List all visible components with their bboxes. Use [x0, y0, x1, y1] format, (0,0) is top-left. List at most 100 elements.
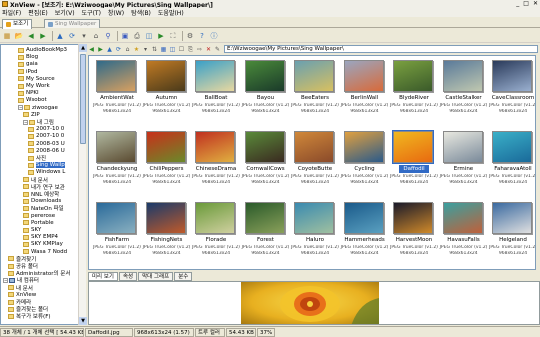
thumbnail-item[interactable]: Daffodil JPEG TrueColor (v1.2) 968x613x24	[387, 127, 441, 198]
maximize-button[interactable]: □	[523, 0, 529, 8]
thumbnail-item[interactable]: Florade JPEG TrueColor (v1.2) 968x613x24	[189, 198, 243, 269]
thumbnail-item[interactable]	[239, 269, 293, 270]
thumbnail-item[interactable]	[486, 269, 536, 270]
thumbnail-item[interactable]: FaharavaAtoll JPEG TrueColor (v1.2) 968x61…	[486, 127, 535, 198]
settings-icon[interactable]: ⚙	[185, 31, 195, 41]
thumbnail-image[interactable]	[244, 60, 285, 92]
select-all-icon[interactable]: ☐	[178, 46, 185, 53]
thumbnail-item[interactable]: Forest JPEG TrueColor (v1.2) 968x613x24	[239, 198, 293, 269]
view-mode-icon[interactable]: ▦	[160, 46, 167, 53]
move-icon[interactable]: ⇨	[196, 46, 203, 53]
thumbnail-item[interactable]: CornwallCows JPEG TrueColor (v1.2) 968x613…	[239, 127, 293, 198]
thumbnail-image[interactable]	[145, 60, 186, 92]
thumbnail-item[interactable]: Ermine JPEG TrueColor (v1.2) 968x613x24	[437, 127, 491, 198]
browser-icon[interactable]: ▦	[2, 31, 12, 41]
scroll-up-icon[interactable]: ▲	[79, 44, 87, 52]
thumbnail-image[interactable]	[343, 131, 384, 163]
thumbnail-item[interactable]	[288, 269, 342, 270]
sort-icon[interactable]: ⇅	[151, 46, 158, 53]
slideshow-icon[interactable]: ▶	[156, 31, 166, 41]
thumbnail-item[interactable]: CaveClassroom JPEG TrueColor (v1.2) 968x61…	[486, 56, 535, 127]
tab-preview[interactable]: 미리 보기	[88, 272, 118, 281]
collapse-icon[interactable]: −	[3, 277, 8, 283]
collapse-icon[interactable]: −	[18, 105, 23, 111]
thumbnail-image[interactable]	[442, 202, 483, 234]
refresh-icon[interactable]: ⟳	[67, 31, 77, 41]
thumbnail-image[interactable]	[244, 202, 285, 234]
thumbnail-item[interactable]: FishingNets JPEG TrueColor (v1.2) 968x613x…	[140, 198, 194, 269]
scrollbar-thumb[interactable]	[80, 54, 86, 144]
refresh-icon[interactable]: ⟳	[115, 46, 122, 53]
back-icon[interactable]: ◀	[26, 31, 36, 41]
save-icon[interactable]: ▣	[120, 31, 130, 41]
menu-file[interactable]: 파일(F)	[2, 8, 21, 17]
thumbnail-image[interactable]	[343, 60, 384, 92]
menu-browse[interactable]: 탐색(B)	[131, 8, 151, 17]
thumbnail-item[interactable]	[189, 269, 243, 270]
menu-help[interactable]: 도움말(H)	[158, 8, 184, 17]
thumbnail-item[interactable]: HarvestMoon JPEG TrueColor (v1.2) 968x613x…	[387, 198, 441, 269]
tab-browser[interactable]: 보조기	[2, 19, 33, 29]
thumbnail-image[interactable]	[96, 202, 136, 234]
thumbnail-image[interactable]	[392, 130, 434, 164]
thumbnail-image[interactable]	[393, 60, 433, 92]
rename-icon[interactable]: ✎	[214, 46, 221, 53]
thumbnail-item[interactable]	[140, 269, 194, 270]
thumbnail-item[interactable]: FishFarm JPEG TrueColor (v1.2) 968x613x24	[90, 198, 144, 269]
thumbnail-image[interactable]	[393, 202, 433, 234]
thumbnail-item[interactable]: ChiliPeppers JPEG TrueColor (v1.2) 968x613…	[140, 127, 194, 198]
thumbnail-image[interactable]	[294, 60, 334, 92]
thumbnail-item[interactable]	[437, 269, 491, 270]
thumbnail-image[interactable]	[145, 131, 186, 163]
thumbnail-item[interactable]: ChineseDrama JPEG TrueColor (v1.2) 968x613…	[189, 127, 243, 198]
title-bar[interactable]: XnView - [보조기: E:\Wziwoogae\My Pictures\…	[0, 0, 540, 9]
thumbnail-image[interactable]	[492, 60, 532, 92]
delete-icon[interactable]: ✕	[205, 46, 212, 53]
nav-back-icon[interactable]: ◀	[88, 46, 95, 53]
up-icon[interactable]: ▲	[55, 31, 65, 41]
favorites-icon[interactable]: ★	[133, 46, 140, 53]
thumbnail-image[interactable]	[442, 131, 483, 163]
folder-tree-panel[interactable]: AudioBookMp3 Blog gaia iPod My Source My Work…	[0, 44, 86, 325]
menu-window[interactable]: 창(W)	[108, 8, 124, 17]
tree-scrollbar[interactable]: ▲ ▼	[78, 44, 87, 325]
home-icon[interactable]: ⌂	[124, 46, 131, 53]
thumbnail-item[interactable]: HavasuFalls JPEG TrueColor (v1.2) 968x613x…	[437, 198, 491, 269]
thumbnail-image[interactable]	[294, 131, 334, 163]
home-icon[interactable]: ⌂	[91, 31, 101, 41]
tree-item[interactable]: 복구가 보류(F)	[8, 312, 51, 320]
thumbnail-image[interactable]	[343, 202, 384, 234]
collapse-icon[interactable]: −	[23, 119, 28, 125]
fullscreen-icon[interactable]: ⛶	[168, 31, 178, 41]
thumbnail-item[interactable]: Bayou JPEG TrueColor (v1.2) 968x613x24	[239, 56, 293, 127]
view-icon[interactable]: ◫	[144, 31, 154, 41]
thumbnail-image[interactable]	[492, 131, 532, 163]
thumbnail-item[interactable]: BlydeRiver JPEG TrueColor (v1.2) 968x613x2…	[387, 56, 441, 127]
menu-view[interactable]: 보기(V)	[55, 8, 75, 17]
nav-up-icon[interactable]: ▲	[106, 46, 113, 53]
thumbnail-image[interactable]	[145, 202, 186, 234]
thumbnail-item[interactable]	[90, 269, 144, 270]
menu-edit[interactable]: 편집(E)	[28, 8, 48, 17]
thumbnail-item[interactable]: CoyoteButte JPEG TrueColor (v1.2) 968x613x…	[288, 127, 342, 198]
help-icon[interactable]: ?	[197, 31, 207, 41]
thumbnail-item[interactable]: BerlinWall JPEG TrueColor (v1.2) 968x613x2…	[338, 56, 392, 127]
thumbnail-image[interactable]	[244, 131, 285, 163]
minimize-button[interactable]: _	[516, 0, 519, 8]
forward-icon[interactable]: ▶	[38, 31, 48, 41]
address-field[interactable]: E:\Wziwoogae\My Pictures\Sing Wallpaper\	[224, 45, 538, 53]
search-icon[interactable]: ⚲	[103, 31, 113, 41]
thumbnail-image[interactable]	[195, 131, 235, 163]
tab-properties[interactable]: 속성	[119, 272, 138, 281]
thumbnail-item[interactable]: CastleStalker JPEG TrueColor (v1.2) 968x61…	[437, 56, 491, 127]
thumbnail-item[interactable]	[338, 269, 392, 270]
tab-category[interactable]: 분수	[174, 272, 193, 281]
print-icon[interactable]: ⎙	[132, 31, 142, 41]
thumbnail-item[interactable]: Hammerheads JPEG TrueColor (v1.2) 968x613x…	[338, 198, 392, 269]
open-icon[interactable]: 📂	[14, 31, 24, 41]
thumbnail-item[interactable]: Helgeland JPEG TrueColor (v1.2) 968x613x24	[486, 198, 535, 269]
thumbnail-image[interactable]	[96, 131, 136, 163]
thumbnail-item[interactable]: Cycling JPEG TrueColor (v1.2) 968x613x24	[338, 127, 392, 198]
thumbnail-image[interactable]	[492, 202, 532, 234]
thumbnail-image[interactable]	[195, 202, 235, 234]
